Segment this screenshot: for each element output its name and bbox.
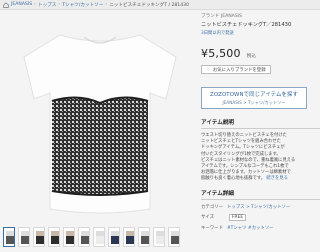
zozotown-search-sub: JEANASIS > Tシャツ/カットソー xyxy=(222,100,286,105)
breadcrumb-tshirt[interactable]: Tシャツ/カットソー xyxy=(62,2,103,8)
keyword-link[interactable]: #Tシャツ #カットソー xyxy=(227,226,274,231)
home-icon[interactable] xyxy=(3,1,9,8)
detail-key: サイズ xyxy=(201,214,215,220)
size-value: FREE xyxy=(229,213,247,221)
product-main-image[interactable] xyxy=(0,13,202,225)
thumbnail-model-front[interactable] xyxy=(33,227,45,247)
chevron-right-icon: › xyxy=(58,2,61,7)
thumbnail-model-back[interactable] xyxy=(63,227,75,247)
zozotown-search-label: ZOZOTOWNで同じアイテムを探す xyxy=(210,92,298,98)
shipping-note[interactable]: 3日間以内で発送 xyxy=(201,30,320,36)
breadcrumb-current: ニットビスチェドッキングT / 281430 xyxy=(109,2,190,8)
favorite-brand-label: お気に入りブランドを登録 xyxy=(212,67,266,73)
thumbnail-knit-detail[interactable] xyxy=(18,227,30,247)
read-more-link[interactable]: 続きを見る xyxy=(266,176,287,181)
thumbnail-strip xyxy=(3,227,180,247)
breadcrumb-tops[interactable]: トップス xyxy=(38,2,56,8)
thumbnail-fabric-detail[interactable] xyxy=(153,227,165,247)
thumbnail-navy-model[interactable] xyxy=(123,227,135,247)
product-name: ニットビスチェドッキングT／281430 xyxy=(201,22,292,28)
thumbnail-label-detail[interactable] xyxy=(138,227,150,247)
thumbnail-size-chart[interactable] xyxy=(168,227,180,247)
thumbnail-shirt-plain[interactable] xyxy=(93,227,105,247)
thumbnail-product-front[interactable] xyxy=(3,227,15,247)
item-detail-title: アイテム詳細 xyxy=(201,189,320,200)
favorite-brand-button[interactable]: ♡ お気に入りブランドを登録 xyxy=(201,65,271,74)
description-line: 肌触りも良く着心地も抜群です。 xyxy=(201,176,266,182)
detail-row-category: カテゴリー トップス > Tシャツ/カットソー xyxy=(201,204,320,210)
item-description-text: ウエスト切り替えのニットビスチェを付けた ニットビスチェとTシャツを組み合わせた… xyxy=(201,133,320,183)
breadcrumb: JEANASIS › トップス › Tシャツ/カットソー › ニットビスチェドッ… xyxy=(0,0,320,10)
knit-bustier-tee-image xyxy=(23,34,177,214)
detail-key: キーワード xyxy=(201,225,223,231)
breadcrumb-brand[interactable]: JEANASIS xyxy=(11,2,32,7)
chevron-right-icon: › xyxy=(105,2,108,7)
zozotown-search-button[interactable]: ZOZOTOWNで同じアイテムを探す JEANASIS > Tシャツ/カットソー xyxy=(201,87,307,109)
heart-icon: ♡ xyxy=(206,66,211,73)
product-info-panel: ブランド JEANASIS ニットビスチェドッキングT／281430 3日間以内… xyxy=(201,13,320,252)
product-price: ¥5,500 xyxy=(201,47,241,60)
thumbnail-knit-closeup[interactable] xyxy=(78,227,90,247)
detail-row-size: サイズ FREE xyxy=(201,213,320,221)
chevron-right-icon: › xyxy=(34,2,37,7)
thumbnail-navy-front[interactable] xyxy=(108,227,120,247)
item-description-title: アイテム説明 xyxy=(201,118,320,129)
item-description-section: アイテム説明 ウエスト切り替えのニットビスチェを付けた ニットビスチェとTシャツ… xyxy=(201,118,320,183)
brand-label[interactable]: ブランド JEANASIS xyxy=(201,13,320,19)
item-detail-section: アイテム詳細 カテゴリー トップス > Tシャツ/カットソー サイズ FREE … xyxy=(201,189,320,231)
thumbnail-model-side[interactable] xyxy=(48,227,60,247)
detail-row-keyword: キーワード #Tシャツ #カットソー xyxy=(201,225,320,231)
detail-key: カテゴリー xyxy=(201,204,223,210)
price-tax-label: 税込 xyxy=(246,54,256,59)
category-link[interactable]: トップス > Tシャツ/カットソー xyxy=(227,205,290,210)
